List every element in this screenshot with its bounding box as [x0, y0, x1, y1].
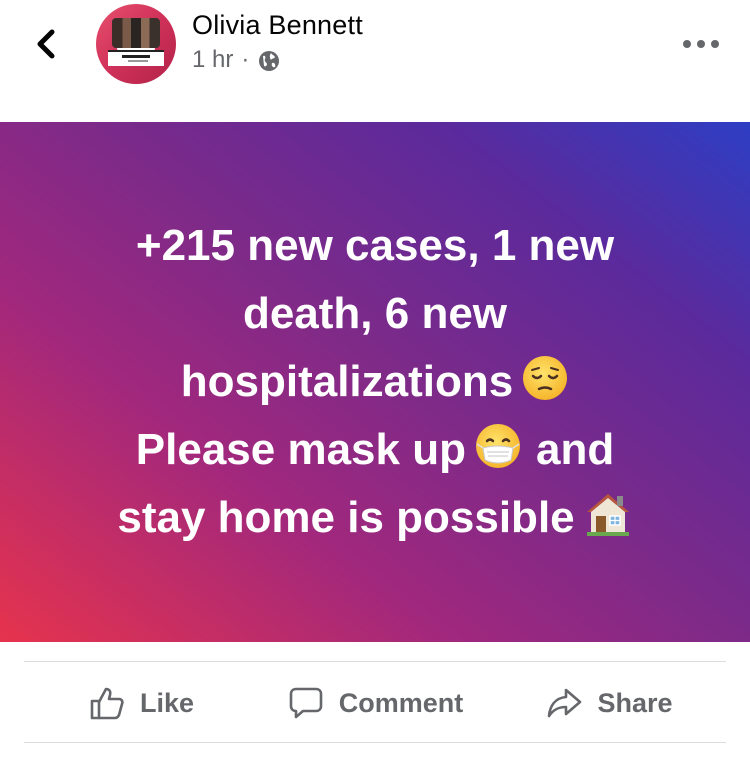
post-meta: 1 hr · — [192, 46, 281, 74]
divider-bottom — [24, 742, 726, 743]
chevron-left-icon — [37, 29, 55, 59]
share-label: Share — [597, 687, 673, 718]
avatar-photo — [112, 18, 160, 48]
face-with-medical-mask-emoji — [475, 424, 520, 468]
post-actions-bar: Like Comment Share — [24, 664, 726, 742]
post-line-3: hospitalizations — [180, 357, 514, 406]
post-line-3-wrap: hospitalizations — [117, 348, 632, 416]
back-button[interactable] — [30, 24, 66, 64]
avatar-banner — [108, 50, 164, 66]
meta-separator: · — [241, 46, 250, 73]
author-name[interactable]: Olivia Bennett — [192, 10, 363, 41]
more-horizontal-icon — [683, 40, 719, 48]
post-line-4: Please mask up — [135, 425, 466, 474]
globe-icon — [259, 51, 280, 71]
comment-bubble-icon — [289, 687, 323, 719]
like-button[interactable]: Like — [24, 664, 258, 742]
more-options-button[interactable] — [681, 36, 721, 52]
post-line-1: +215 new cases, 1 new — [135, 221, 615, 270]
like-label: Like — [139, 687, 195, 718]
post-background[interactable]: +215 new cases, 1 new death, 6 new hospi… — [0, 122, 750, 642]
post-header: Olivia Bennett 1 hr · — [0, 0, 750, 122]
post-line-4b: and — [535, 425, 615, 474]
post-text: +215 new cases, 1 new death, 6 new hospi… — [40, 122, 710, 642]
post-line-2: death, 6 new — [242, 289, 508, 338]
divider-top — [24, 661, 726, 662]
comment-label: Comment — [338, 687, 464, 718]
post-line-4-wrap: Please mask up and — [117, 416, 632, 484]
post-time[interactable]: 1 hr — [192, 46, 233, 74]
house-emoji — [586, 494, 629, 536]
share-arrow-icon — [548, 688, 582, 718]
author-avatar[interactable] — [96, 4, 176, 84]
post-line-5: stay home is possible — [117, 493, 575, 542]
share-button[interactable]: Share — [492, 664, 726, 742]
comment-button[interactable]: Comment — [258, 664, 492, 742]
thumbs-up-icon — [90, 687, 124, 720]
post-line-5-wrap: stay home is possible — [117, 484, 632, 552]
pensive-face-emoji — [523, 356, 568, 400]
